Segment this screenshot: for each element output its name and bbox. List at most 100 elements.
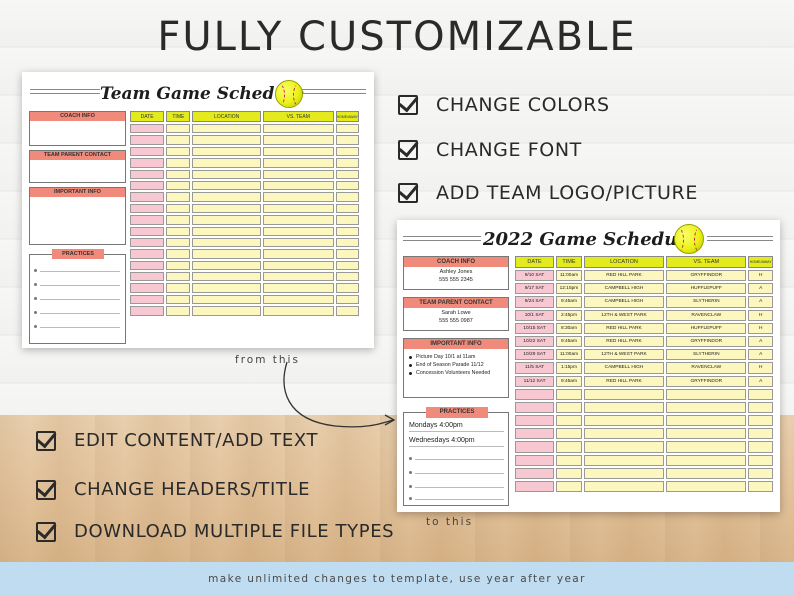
- table-cell[interactable]: [583, 401, 665, 414]
- table-cell[interactable]: [166, 124, 191, 134]
- table-cell[interactable]: [556, 441, 582, 453]
- table-cell[interactable]: [335, 169, 359, 179]
- table-cell[interactable]: [335, 135, 359, 145]
- table-cell[interactable]: [583, 428, 665, 440]
- table-cell[interactable]: [130, 135, 165, 145]
- table-cell[interactable]: [262, 158, 334, 168]
- table-cell[interactable]: [262, 272, 334, 282]
- table-cell[interactable]: 12:15pm: [556, 283, 582, 295]
- table-cell[interactable]: [556, 454, 582, 466]
- table-cell[interactable]: 12TH & WEST PARK: [583, 349, 665, 361]
- table-cell[interactable]: RED HILL PARK: [583, 322, 665, 334]
- table-cell[interactable]: [130, 203, 165, 214]
- table-cell[interactable]: [166, 135, 191, 145]
- table-cell[interactable]: [515, 441, 555, 453]
- table-cell[interactable]: [130, 215, 165, 225]
- table-cell[interactable]: 11:00am: [556, 270, 582, 282]
- table-cell[interactable]: [262, 146, 334, 157]
- table-cell[interactable]: GRYFFINDOR: [666, 375, 747, 387]
- table-cell[interactable]: [515, 467, 555, 479]
- table-cell[interactable]: [262, 249, 334, 259]
- table-cell[interactable]: [748, 467, 773, 479]
- table-cell[interactable]: 10/29 SAT: [515, 349, 555, 361]
- table-cell[interactable]: [666, 454, 747, 466]
- table-cell[interactable]: [130, 260, 165, 271]
- table-cell[interactable]: [192, 283, 261, 293]
- table-cell[interactable]: A: [748, 283, 773, 295]
- table-cell[interactable]: [166, 237, 191, 248]
- table-cell[interactable]: [666, 401, 747, 414]
- table-cell[interactable]: [166, 180, 191, 191]
- table-cell[interactable]: 9/10 SAT: [515, 270, 555, 282]
- table-cell[interactable]: [262, 283, 334, 293]
- table-cell[interactable]: [262, 135, 334, 145]
- table-cell[interactable]: [583, 388, 665, 400]
- table-cell[interactable]: [515, 388, 555, 400]
- table-cell[interactable]: RED HILL PARK: [583, 335, 665, 348]
- table-cell[interactable]: [515, 428, 555, 440]
- table-cell[interactable]: H: [748, 270, 773, 282]
- table-cell[interactable]: SLYTHERIN: [666, 296, 747, 308]
- table-cell[interactable]: [192, 192, 261, 202]
- table-cell[interactable]: [335, 124, 359, 134]
- table-cell[interactable]: [192, 180, 261, 191]
- table-cell[interactable]: 9:45am: [556, 335, 582, 348]
- table-cell[interactable]: [262, 237, 334, 248]
- table-cell[interactable]: [666, 428, 747, 440]
- table-cell[interactable]: [335, 192, 359, 202]
- table-cell[interactable]: 1:15pm: [556, 362, 582, 374]
- table-cell[interactable]: [166, 169, 191, 179]
- table-cell[interactable]: [335, 272, 359, 282]
- table-cell[interactable]: [192, 260, 261, 271]
- table-cell[interactable]: [262, 306, 334, 316]
- table-cell[interactable]: [666, 388, 747, 400]
- table-cell[interactable]: [335, 260, 359, 271]
- table-cell[interactable]: 9/24 SAT: [515, 296, 555, 308]
- table-cell[interactable]: [262, 169, 334, 179]
- table-cell[interactable]: [666, 467, 747, 479]
- table-cell[interactable]: [130, 249, 165, 259]
- table-cell[interactable]: CAMPBELL HIGH: [583, 296, 665, 308]
- table-cell[interactable]: [166, 158, 191, 168]
- table-cell[interactable]: [262, 124, 334, 134]
- table-cell[interactable]: [666, 415, 747, 427]
- table-cell[interactable]: 9/17 SAT: [515, 283, 555, 295]
- table-cell[interactable]: [192, 294, 261, 305]
- table-cell[interactable]: [166, 306, 191, 316]
- table-cell[interactable]: [583, 415, 665, 427]
- table-cell[interactable]: [748, 401, 773, 414]
- table-cell[interactable]: [166, 226, 191, 236]
- table-cell[interactable]: A: [748, 335, 773, 348]
- table-cell[interactable]: 12TH & WEST PARK: [583, 309, 665, 321]
- table-cell[interactable]: 10/22 SAT: [515, 335, 555, 348]
- table-cell[interactable]: [192, 135, 261, 145]
- table-cell[interactable]: 11:00am: [556, 349, 582, 361]
- table-cell[interactable]: [166, 192, 191, 202]
- table-cell[interactable]: [335, 203, 359, 214]
- table-cell[interactable]: [583, 454, 665, 466]
- table-cell[interactable]: HUFFLEPUFF: [666, 283, 747, 295]
- table-cell[interactable]: 11/12 SAT: [515, 375, 555, 387]
- table-cell[interactable]: [130, 169, 165, 179]
- table-cell[interactable]: [515, 481, 555, 493]
- table-cell[interactable]: [166, 249, 191, 259]
- table-cell[interactable]: [192, 146, 261, 157]
- table-cell[interactable]: GRYFFINDOR: [666, 270, 747, 282]
- table-cell[interactable]: CAMPBELL HIGH: [583, 283, 665, 295]
- table-cell[interactable]: 8:30am: [556, 322, 582, 334]
- table-cell[interactable]: [130, 237, 165, 248]
- table-cell[interactable]: [262, 260, 334, 271]
- table-cell[interactable]: [748, 388, 773, 400]
- table-cell[interactable]: 10/15 SAT: [515, 322, 555, 334]
- table-cell[interactable]: A: [748, 296, 773, 308]
- table-cell[interactable]: [192, 158, 261, 168]
- table-cell[interactable]: [335, 215, 359, 225]
- table-cell[interactable]: H: [748, 322, 773, 334]
- table-cell[interactable]: [556, 467, 582, 479]
- table-cell[interactable]: H: [748, 309, 773, 321]
- table-cell[interactable]: A: [748, 349, 773, 361]
- table-cell[interactable]: [335, 226, 359, 236]
- table-cell[interactable]: [335, 294, 359, 305]
- table-cell[interactable]: [335, 237, 359, 248]
- table-cell[interactable]: [192, 169, 261, 179]
